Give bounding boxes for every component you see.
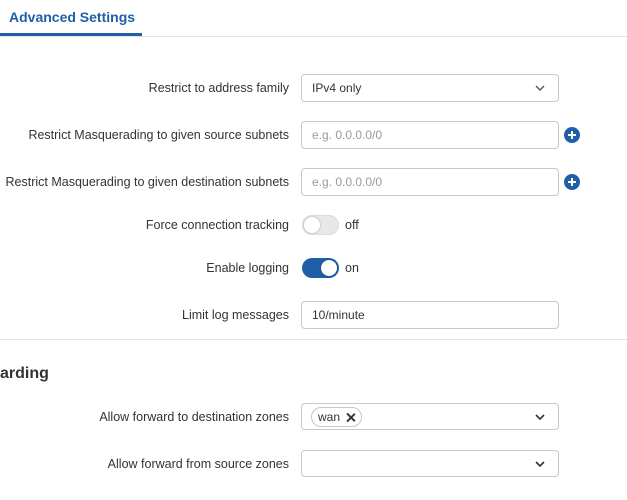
masq-source-input[interactable] <box>302 122 558 148</box>
address-family-label: Restrict to address family <box>148 81 289 95</box>
masq-dest-row: Restrict Masquerading to given destinati… <box>0 168 627 196</box>
log-limit-row: Limit log messages <box>0 301 627 329</box>
src-zones-select[interactable] <box>301 450 559 477</box>
conntrack-label: Force connection tracking <box>145 218 289 232</box>
log-limit-field <box>301 301 559 329</box>
conntrack-state: off <box>345 218 359 232</box>
add-source-subnet-button[interactable] <box>564 127 580 143</box>
dest-zones-select[interactable]: wan <box>301 403 559 430</box>
masq-source-field <box>301 121 559 149</box>
zone-chip-label: wan <box>318 410 341 424</box>
zone-chip: wan <box>311 407 363 427</box>
masq-source-row: Restrict Masquerading to given source su… <box>0 121 627 149</box>
masq-source-label: Restrict Masquerading to given source su… <box>28 128 289 142</box>
logging-toggle[interactable] <box>302 258 339 278</box>
logging-label: Enable logging <box>206 261 289 275</box>
forwarding-section-title: arding <box>0 365 49 382</box>
masq-dest-field <box>301 168 559 196</box>
masq-dest-label: Restrict Masquerading to given destinati… <box>5 175 290 189</box>
add-dest-subnet-button[interactable] <box>564 174 580 190</box>
dest-zones-label: Allow forward to destination zones <box>99 410 289 424</box>
dest-zones-row: Allow forward to destination zones wan <box>0 403 627 430</box>
conntrack-row: Force connection tracking off <box>0 211 627 239</box>
section-divider <box>0 339 627 340</box>
chevron-down-icon <box>535 461 545 468</box>
logging-state: on <box>345 261 359 275</box>
conntrack-toggle[interactable] <box>302 215 339 235</box>
address-family-value: IPv4 only <box>312 81 362 95</box>
log-limit-label: Limit log messages <box>182 308 289 322</box>
src-zones-label: Allow forward from source zones <box>107 457 289 471</box>
chevron-down-icon <box>535 85 545 91</box>
log-limit-input[interactable] <box>302 302 558 328</box>
logging-row: Enable logging on <box>0 254 627 282</box>
tab-advanced-settings[interactable]: Advanced Settings <box>0 0 142 36</box>
advanced-settings-page: Advanced Settings Restrict to address fa… <box>0 0 627 500</box>
tab-label: Advanced Settings <box>9 9 136 25</box>
tab-bar: Advanced Settings <box>0 0 627 37</box>
masq-dest-input[interactable] <box>302 169 558 195</box>
src-zones-row: Allow forward from source zones <box>0 450 627 477</box>
close-icon[interactable] <box>346 413 355 422</box>
address-family-select[interactable]: IPv4 only <box>301 74 559 102</box>
chevron-down-icon <box>535 414 545 421</box>
toggle-knob <box>321 260 337 276</box>
address-family-row: Restrict to address family IPv4 only <box>0 74 627 102</box>
toggle-knob <box>304 217 320 233</box>
